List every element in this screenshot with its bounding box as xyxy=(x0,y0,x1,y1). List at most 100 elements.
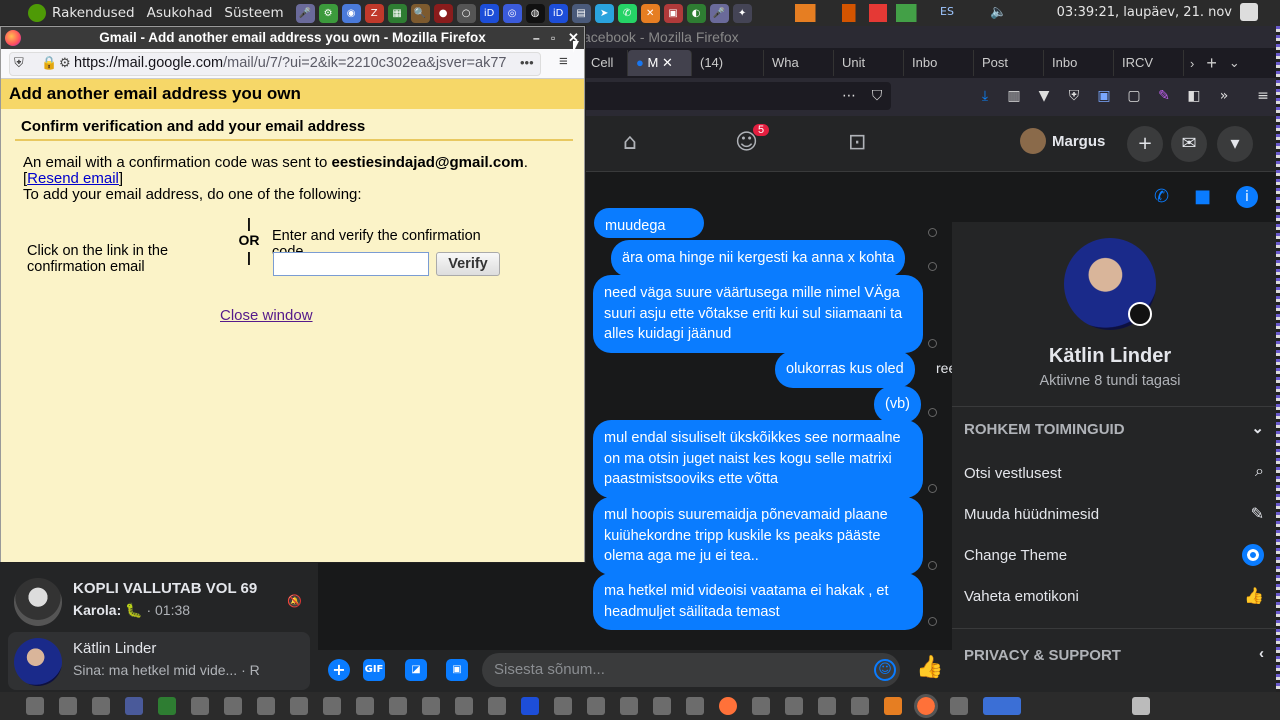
phone-call-icon[interactable]: ✆ xyxy=(1154,186,1169,207)
taskbar-active-window-icon[interactable] xyxy=(983,697,1021,715)
clipboard-icon[interactable]: ▢ xyxy=(1126,88,1142,104)
filter-icon[interactable]: ▼ xyxy=(1036,88,1052,104)
confirmation-code-input[interactable] xyxy=(273,252,429,276)
taskbar-window-icon[interactable] xyxy=(257,697,275,715)
spreadsheet-icon[interactable]: ▦ xyxy=(387,3,407,23)
action-change-emoji[interactable]: Vaheta emotikoni 👍 xyxy=(964,588,1264,605)
taskbar-window-icon[interactable] xyxy=(455,697,473,715)
taskbar-window-icon[interactable] xyxy=(389,697,407,715)
block-icon[interactable]: ✕ xyxy=(640,3,660,23)
tab-unit[interactable]: Unit xyxy=(834,50,904,76)
lock-icon[interactable]: 🔒 xyxy=(41,55,57,71)
taskbar-window-icon[interactable] xyxy=(422,697,440,715)
resend-email-link[interactable]: Resend email xyxy=(27,170,119,187)
keyboard-layout-indicator[interactable]: ES xyxy=(940,5,954,18)
action-search-in-conversation[interactable]: Otsi vestlusest ⌕ xyxy=(964,463,1264,482)
popup-titlebar[interactable]: Gmail - Add another email address you ow… xyxy=(1,27,584,49)
tab-inbox-2[interactable]: Inbo xyxy=(1044,50,1114,76)
hamburger-menu-icon[interactable]: ≡ xyxy=(1255,88,1271,104)
chevron-left-icon[interactable]: ‹ xyxy=(1259,645,1264,662)
maximize-icon[interactable]: ▫ xyxy=(551,27,555,49)
add-icon[interactable]: + xyxy=(328,659,350,681)
magnifier-icon[interactable]: ○ xyxy=(456,3,476,23)
account-menu-button[interactable]: ▾ xyxy=(1217,126,1253,162)
taskbar-window-icon[interactable] xyxy=(488,697,506,715)
messenger-button[interactable]: ✉ xyxy=(1171,126,1207,162)
tab-notifications[interactable]: (14) xyxy=(692,50,764,76)
menu-places[interactable]: Asukohad xyxy=(141,5,219,21)
taskbar-window-icon[interactable] xyxy=(26,697,44,715)
notification-icons[interactable] xyxy=(795,4,930,22)
taskbar-firefox-icon[interactable] xyxy=(914,694,938,718)
id-card-icon[interactable]: iD xyxy=(479,3,499,23)
action-change-theme[interactable]: Change Theme xyxy=(964,544,1264,566)
gaming-icon[interactable]: ⊡ xyxy=(848,130,866,155)
conversation-item[interactable]: KOPLI VALLUTAB VOL 69 Karola: 🐛 · 01:38 … xyxy=(8,572,310,630)
cleaner-icon[interactable]: ▣ xyxy=(663,3,683,23)
verify-button[interactable]: Verify xyxy=(436,252,500,276)
green-app-icon[interactable]: ⚙ xyxy=(318,3,338,23)
menu-applications[interactable]: Rakendused xyxy=(46,5,141,21)
taskbar-window-icon[interactable] xyxy=(92,697,110,715)
taskbar-window-icon[interactable] xyxy=(356,697,374,715)
minimize-icon[interactable]: – xyxy=(533,27,540,49)
pocket-icon[interactable]: ⛉ xyxy=(869,88,885,104)
filezilla-icon[interactable]: Z xyxy=(364,3,384,23)
shield-icon[interactable]: ⛨ xyxy=(1066,88,1082,104)
extension-icon[interactable]: ✎ xyxy=(1156,88,1172,104)
tab-post[interactable]: Post xyxy=(974,50,1044,76)
emoji-icon[interactable]: ☺ xyxy=(874,659,896,681)
conversation-info-icon[interactable]: i xyxy=(1236,186,1258,208)
cherry-icon[interactable]: ● xyxy=(433,3,453,23)
conversation-item[interactable]: Kätlin Linder Sina: ma hetkel mid vide..… xyxy=(8,632,310,690)
tab-inbox-1[interactable]: Inbo xyxy=(904,50,974,76)
taskbar-window-icon[interactable] xyxy=(224,697,242,715)
permissions-icon[interactable]: ⚙ xyxy=(59,55,71,71)
trash-icon[interactable] xyxy=(1132,697,1150,715)
tab-whatsapp[interactable]: Wha xyxy=(764,50,834,76)
vpn-icon[interactable]: ◎ xyxy=(502,3,522,23)
whatsapp-icon[interactable]: ✆ xyxy=(617,3,637,23)
chrome-icon[interactable]: ◉ xyxy=(341,3,361,23)
download-icon[interactable]: ⤓ xyxy=(977,88,993,104)
popup-menu-icon[interactable]: ≡ xyxy=(559,53,568,70)
taskbar-window-icon[interactable] xyxy=(818,697,836,715)
clock[interactable]: 03:39:21, laupäev, 21. nov xyxy=(1057,5,1232,20)
action-edit-nicknames[interactable]: Muuda hüüdnimesid ✎ xyxy=(964,506,1264,523)
volume-icon[interactable]: 🔈 xyxy=(990,4,1007,20)
taskbar-window-icon[interactable] xyxy=(290,697,308,715)
taskbar-window-icon[interactable] xyxy=(158,697,176,715)
menu-system[interactable]: Süsteem xyxy=(218,5,289,21)
taskbar-window-icon[interactable] xyxy=(851,697,869,715)
video-call-icon[interactable]: ■ xyxy=(1194,186,1211,207)
sticker-icon[interactable]: ◪ xyxy=(405,659,427,681)
close-tab-icon[interactable]: ✕ xyxy=(662,55,673,70)
close-window-link[interactable]: Close window xyxy=(220,307,313,324)
taskbar-window-icon[interactable] xyxy=(620,697,638,715)
taskbar-window-icon[interactable] xyxy=(554,697,572,715)
tab-ircv[interactable]: IRCV xyxy=(1114,50,1184,76)
taskbar-window-icon[interactable] xyxy=(587,697,605,715)
shield-icon[interactable]: ⛨ xyxy=(14,55,24,71)
profile-chip[interactable]: Margus xyxy=(1020,128,1105,154)
thumbs-up-send-icon[interactable]: 👍 xyxy=(916,655,943,680)
taskbar-window-icon[interactable] xyxy=(125,697,143,715)
taskbar-window-icon[interactable] xyxy=(686,697,704,715)
tab-list-icon[interactable]: ⌄ xyxy=(1223,55,1246,71)
id-card-2-icon[interactable]: iD xyxy=(548,3,568,23)
search-tool-icon[interactable]: 🔍 xyxy=(410,3,430,23)
distro-logo-icon[interactable] xyxy=(28,4,46,22)
page-actions-icon[interactable]: ⋯ xyxy=(841,88,857,104)
save-icon[interactable]: ▣ xyxy=(1096,88,1112,104)
sidebar-icon[interactable]: ▥ xyxy=(1006,88,1022,104)
taskbar-window-icon[interactable] xyxy=(191,697,209,715)
photo-icon[interactable]: ▣ xyxy=(446,659,468,681)
container-icon[interactable]: ◧ xyxy=(1186,88,1202,104)
mic-2-icon[interactable]: 🎤 xyxy=(709,3,729,23)
chevron-down-icon[interactable]: ⌄ xyxy=(1251,419,1264,437)
section-more-actions[interactable]: ROHKEM TOIMINGUID ⌄ xyxy=(964,419,1264,438)
overflow-icon[interactable]: » xyxy=(1216,88,1232,104)
tab-scroll-right-icon[interactable]: › xyxy=(1184,56,1200,71)
taskbar-window-icon[interactable] xyxy=(59,697,77,715)
page-actions-icon[interactable]: ••• xyxy=(520,55,534,70)
